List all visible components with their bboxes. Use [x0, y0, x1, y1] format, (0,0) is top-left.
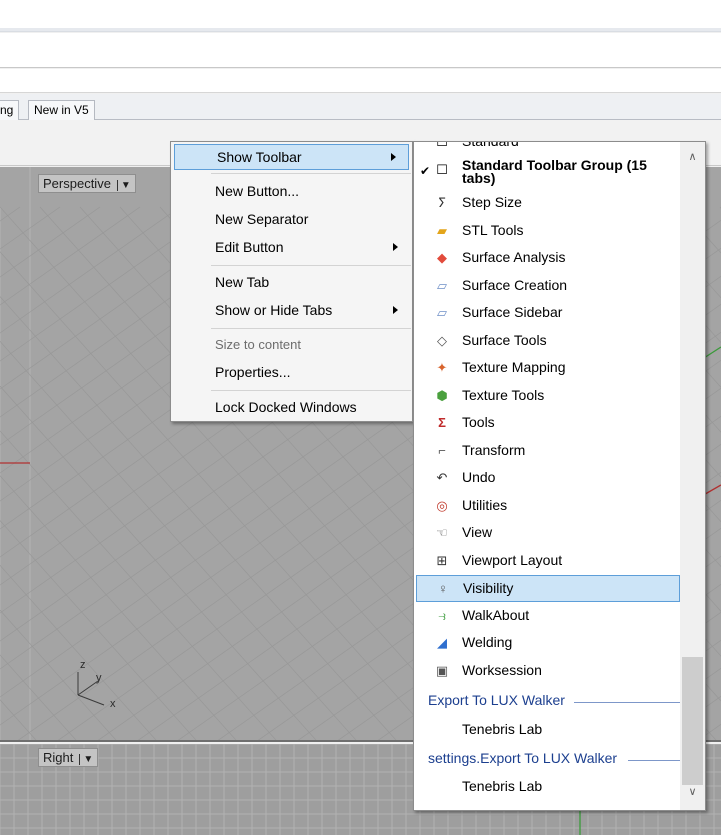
surface-sidebar-icon: ▱	[437, 305, 447, 320]
worksession-icon: ▣	[435, 663, 449, 678]
group-divider	[574, 702, 680, 703]
ribbon-tab-row	[0, 94, 721, 120]
group-header-settings-export-lux: settings.Export To LUX Walker	[428, 750, 680, 770]
surface-tools-icon: ◇	[437, 333, 447, 348]
visibility-icon: ♀	[438, 581, 448, 596]
toolbar-icon: ☐	[436, 141, 448, 149]
group-divider	[628, 760, 680, 761]
list-item[interactable]: ⵢ Step Size	[416, 190, 680, 217]
list-item[interactable]: ◎ Utilities	[416, 493, 680, 520]
list-item-tenebris-lab[interactable]: Tenebris Lab	[416, 717, 680, 744]
axis-z-label: z	[80, 659, 86, 671]
list-item-standard-toolbar-group[interactable]: ✔ ☐ Standard Toolbar Group (15 tabs)	[416, 157, 680, 189]
list-item[interactable]: Σ Tools	[416, 410, 680, 437]
command-history	[0, 69, 721, 93]
menu-show-toolbar[interactable]: Show Toolbar	[174, 144, 409, 170]
menu-new-separator[interactable]: New Separator	[173, 207, 410, 233]
menu-separator	[211, 390, 411, 391]
surface-analysis-icon: ◆	[437, 250, 447, 265]
axis-x-label: x	[110, 698, 116, 710]
list-item[interactable]: ⌐ Transform	[416, 438, 680, 465]
axis-y-label: y	[96, 672, 102, 684]
group-header-export-lux: Export To LUX Walker	[428, 692, 680, 712]
scroll-up-icon[interactable]: ∧	[682, 147, 703, 167]
menu-show-hide-tabs[interactable]: Show or Hide Tabs	[173, 298, 410, 324]
menu-new-button[interactable]: New Button...	[173, 179, 410, 205]
surface-creation-icon: ▱	[437, 278, 447, 293]
list-item[interactable]: ▱ Surface Creation	[416, 273, 680, 300]
title-area	[0, 0, 721, 28]
list-item[interactable]: ◆ Surface Analysis	[416, 245, 680, 272]
tab-ng[interactable]: ng	[0, 100, 20, 120]
texture-mapping-icon: ✦	[436, 360, 448, 375]
menu-edit-button[interactable]: Edit Button	[173, 235, 410, 261]
list-item[interactable]: ⥽ WalkAbout	[416, 603, 680, 630]
list-item[interactable]: ◢ Welding	[416, 630, 680, 657]
toolbar-list-submenu: ☐ Standard ✔ ☐ Standard Toolbar Group (1…	[413, 141, 706, 811]
tools-icon: Σ	[438, 415, 446, 430]
right-viewport-title[interactable]: Right ▼	[38, 748, 99, 767]
perspective-viewport-title[interactable]: Perspective ▼	[38, 174, 136, 193]
menu-properties[interactable]: Properties...	[173, 360, 410, 386]
menu-size-to-content: Size to content	[215, 337, 301, 352]
list-item[interactable]: ◇ Surface Tools	[416, 328, 680, 355]
menu-separator	[211, 328, 411, 329]
list-item[interactable]: ☜ View	[416, 520, 680, 547]
list-item-standard[interactable]: ☐ Standard	[416, 141, 680, 156]
viewport-menu-arrow-icon[interactable]: ▼	[79, 754, 93, 765]
welding-icon: ◢	[437, 635, 447, 650]
submenu-arrow-icon	[391, 153, 396, 161]
menu-new-tab[interactable]: New Tab	[173, 270, 410, 296]
title-divider	[0, 28, 721, 32]
step-size-icon: ⵢ	[437, 195, 447, 210]
texture-tools-icon: ⬢	[436, 388, 448, 403]
list-item-visibility[interactable]: ♀ Visibility	[416, 575, 680, 602]
list-item[interactable]: ✦ Texture Mapping	[416, 355, 680, 382]
viewport-menu-arrow-icon[interactable]: ▼	[116, 180, 131, 191]
undo-icon: ↶	[436, 470, 448, 485]
menu-separator	[211, 265, 411, 266]
toolbar-context-menu: Show Toolbar New Button... New Separator…	[170, 141, 413, 422]
scroll-down-icon[interactable]: ∨	[682, 782, 703, 802]
menu-lock-docked-windows[interactable]: Lock Docked Windows	[173, 395, 410, 421]
toolbar-group-icon: ☐	[436, 162, 448, 177]
submenu-arrow-icon	[393, 306, 398, 314]
list-item[interactable]: ↶ Undo	[416, 465, 680, 492]
utilities-icon: ◎	[436, 498, 448, 513]
list-item-tenebris-lab[interactable]: Tenebris Lab	[416, 774, 680, 801]
list-item[interactable]: ▣ Worksession	[416, 658, 680, 685]
view-icon: ☜	[436, 525, 448, 540]
folder-icon: ▰	[437, 223, 447, 238]
walkabout-icon: ⥽	[438, 608, 446, 623]
submenu-scrollbar[interactable]: ∧ ∨	[680, 142, 705, 810]
menu-separator	[211, 173, 411, 174]
command-line[interactable]	[0, 33, 721, 68]
list-item[interactable]: ⊞ Viewport Layout	[416, 548, 680, 575]
scrollbar-thumb[interactable]	[682, 657, 703, 785]
list-item[interactable]: ▰ STL Tools	[416, 218, 680, 245]
tab-new-in-v5[interactable]: New in V5	[28, 100, 95, 120]
list-item[interactable]: ⬢ Texture Tools	[416, 383, 680, 410]
checkmark-icon: ✔	[420, 164, 431, 178]
list-item[interactable]: ▱ Surface Sidebar	[416, 300, 680, 327]
viewport-layout-icon: ⊞	[436, 553, 448, 568]
transform-icon: ⌐	[438, 443, 446, 458]
submenu-arrow-icon	[393, 243, 398, 251]
